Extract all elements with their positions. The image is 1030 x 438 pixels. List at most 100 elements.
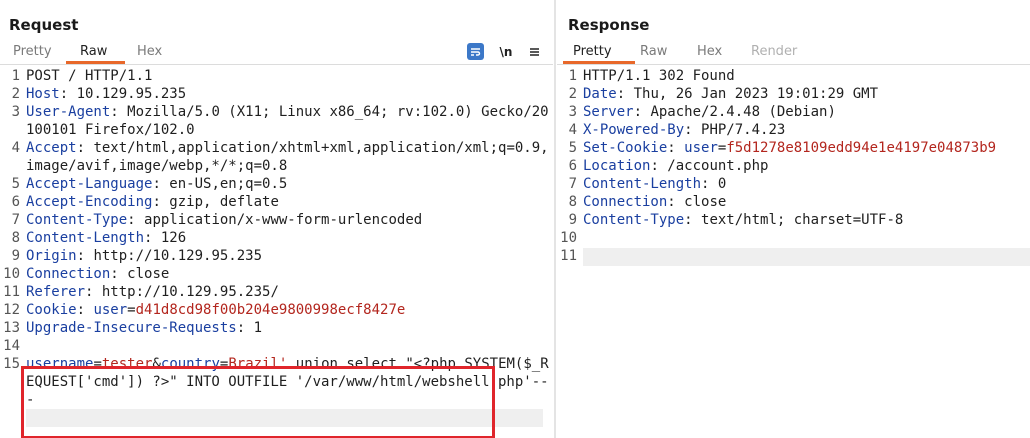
tab-response-hex[interactable]: Hex	[697, 44, 722, 59]
code-line: 12 Cookie: user=d41d8cd98f00b204e9800998e…	[0, 301, 553, 319]
code-line: 3 Server: Apache/2.4.48 (Debian)	[557, 103, 1030, 121]
line-content: User-Agent: Mozilla/5.0 (X11; Linux x86_…	[26, 104, 549, 138]
header-name: Referer	[26, 284, 86, 300]
code-line: 7 Content-Type: application/x-www-form-ur…	[0, 211, 553, 229]
line-number: 2	[11, 86, 20, 102]
tab-response-raw[interactable]: Raw	[640, 44, 667, 59]
line-number: 12	[3, 302, 20, 318]
header-value: 0	[709, 176, 727, 192]
cookie-name: user	[85, 302, 128, 318]
pane-divider[interactable]	[554, 0, 556, 438]
show-newlines-button[interactable]: \n	[496, 43, 516, 60]
line-content: Date: Thu, 26 Jan 2023 19:01:29 GMT	[583, 86, 879, 102]
param-value: tester	[101, 356, 153, 372]
tab-request-hex[interactable]: Hex	[137, 44, 162, 59]
line-content: Host: 10.129.95.235	[26, 86, 187, 102]
response-active-tab-indicator	[563, 61, 635, 64]
line-number: 7	[568, 176, 577, 192]
line-content: Content-Type: text/html; charset=UTF-8	[583, 212, 904, 228]
response-viewer[interactable]: 1 HTTP/1.1 302 Found 2 Date: Thu, 26 Jan 20…	[557, 67, 1030, 265]
cookie-value: f5d1278e8109edd94e1e4197e04873b9	[726, 140, 997, 156]
code-line: 9 Content-Type: text/html; charset=UTF-8	[557, 211, 1030, 229]
header-name: Origin	[26, 248, 77, 264]
param-name: username	[26, 356, 94, 372]
header-name: Content-Length	[26, 230, 145, 246]
tab-response-render[interactable]: Render	[751, 44, 797, 59]
header-value: close	[118, 266, 170, 282]
line-number: 5	[568, 140, 577, 156]
line-number: 3	[11, 104, 20, 120]
tab-request-raw[interactable]: Raw	[80, 44, 107, 59]
code-line: 6 Location: /account.php	[557, 157, 1030, 175]
code-line: 9 Origin: http://10.129.95.235	[0, 247, 553, 265]
line-number: 4	[568, 122, 577, 138]
line-content	[20, 337, 553, 355]
code-line: 2 Date: Thu, 26 Jan 2023 19:01:29 GMT	[557, 85, 1030, 103]
line-content: Accept-Encoding: gzip, deflate	[26, 194, 279, 210]
caret-line-highlight	[26, 409, 543, 427]
header-value: application/x-www-form-urlencoded	[135, 212, 423, 228]
line-content: Accept: text/html,application/xhtml+xml,…	[26, 140, 549, 174]
line-content: Server: Apache/2.4.48 (Debian)	[583, 104, 836, 120]
code-line: 6 Accept-Encoding: gzip, deflate	[0, 193, 553, 211]
tab-request-pretty[interactable]: Pretty	[13, 44, 52, 59]
line-content: Connection: close	[26, 266, 170, 282]
code-line: 10 Connection: close	[0, 265, 553, 283]
code-line: 1 HTTP/1.1 302 Found	[557, 67, 1030, 85]
line-number: 13	[3, 320, 20, 336]
line-number: 14	[3, 338, 20, 354]
code-line: 2 Host: 10.129.95.235	[0, 85, 553, 103]
header-name: Accept-Encoding	[26, 194, 153, 210]
code-line: 5 Set-Cookie: user=f5d1278e8109edd94e1e41…	[557, 139, 1030, 157]
header-name: Content-Length	[583, 176, 702, 192]
header-name: Cookie	[26, 302, 77, 318]
line-number: 6	[568, 158, 577, 174]
line-content: Set-Cookie: user=f5d1278e8109edd94e1e419…	[583, 140, 997, 156]
line-number: 15	[3, 356, 20, 372]
code-line: 4 Accept: text/html,application/xhtml+xml…	[0, 139, 553, 175]
line-number: 3	[568, 104, 577, 120]
header-value: Thu, 26 Jan 2023 19:01:29 GMT	[625, 86, 879, 102]
header-name: Content-Type	[26, 212, 128, 228]
hamburger-menu-icon[interactable]	[526, 43, 542, 60]
line-content: Upgrade-Insecure-Requests: 1	[26, 320, 263, 336]
request-active-tab-indicator	[66, 61, 125, 64]
line-content: username=tester&country=Brazil' union se…	[20, 355, 553, 409]
line-number: 9	[568, 212, 577, 228]
line-content: Location: /account.php	[583, 158, 769, 174]
code-line: 11	[557, 247, 1030, 265]
header-value: PHP/7.4.23	[692, 122, 786, 138]
line-content	[577, 229, 1030, 247]
line-number: 2	[568, 86, 577, 102]
line-content: X-Powered-By: PHP/7.4.23	[583, 122, 786, 138]
header-name: Accept-Language	[26, 176, 153, 192]
response-tab-divider	[557, 64, 1030, 65]
header-value: http://10.129.95.235/	[93, 284, 279, 300]
tab-response-pretty[interactable]: Pretty	[573, 44, 612, 59]
line-content: Content-Type: application/x-www-form-url…	[26, 212, 423, 228]
header-name: Server	[583, 104, 634, 120]
line-number: 7	[11, 212, 20, 228]
request-title: Request	[9, 16, 79, 34]
header-name: Content-Type	[583, 212, 685, 228]
header-value: text/html,application/xhtml+xml,applicat…	[26, 140, 549, 174]
line-content: Referer: http://10.129.95.235/	[26, 284, 279, 300]
header-value: http://10.129.95.235	[85, 248, 263, 264]
header-name: Accept	[26, 140, 77, 156]
header-name: User-Agent	[26, 104, 111, 120]
code-line: 3 User-Agent: Mozilla/5.0 (X11; Linux x86…	[0, 103, 553, 139]
request-editor[interactable]: 1 POST / HTTP/1.1 2 Host: 10.129.95.235 3 Use…	[0, 67, 553, 409]
line-number: 9	[11, 248, 20, 264]
code-line: 11 Referer: http://10.129.95.235/	[0, 283, 553, 301]
code-line: 7 Content-Length: 0	[557, 175, 1030, 193]
header-name: Connection	[583, 194, 668, 210]
line-number: 10	[560, 230, 577, 246]
wrap-lines-icon[interactable]	[467, 43, 484, 60]
header-name: Location	[583, 158, 651, 174]
line-number: 11	[560, 248, 577, 264]
line-content: Connection: close	[583, 194, 727, 210]
line-text: POST / HTTP/1.1	[26, 68, 153, 84]
cookie-name: user	[675, 140, 718, 156]
line-content: POST / HTTP/1.1	[20, 67, 553, 85]
header-value: text/html; charset=UTF-8	[692, 212, 904, 228]
